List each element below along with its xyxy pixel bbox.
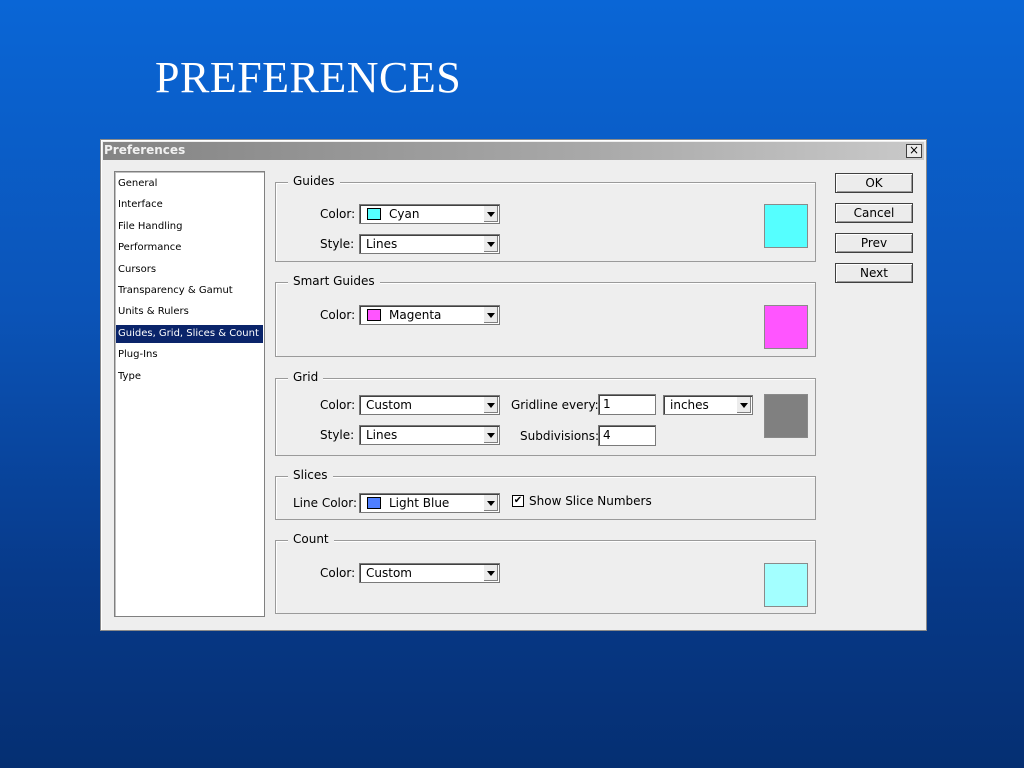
- guides-color-label: Color:: [320, 207, 356, 221]
- grid-style-value: Lines: [366, 428, 398, 442]
- gridline-every-input[interactable]: 1: [598, 394, 656, 415]
- slices-legend: Slices: [288, 468, 333, 482]
- guides-color-chip: [367, 208, 381, 220]
- grid-style-select[interactable]: Lines: [359, 425, 500, 445]
- list-item-units-rulers[interactable]: Units & Rulers: [116, 303, 263, 321]
- guides-color-swatch[interactable]: [764, 204, 808, 248]
- list-item-plug-ins[interactable]: Plug-Ins: [116, 346, 263, 364]
- list-item-performance[interactable]: Performance: [116, 239, 263, 257]
- category-list[interactable]: General Interface File Handling Performa…: [114, 171, 265, 617]
- list-item-transparency-gamut[interactable]: Transparency & Gamut: [116, 282, 263, 300]
- grid-color-value: Custom: [366, 398, 412, 412]
- slices-line-color-chip: [367, 497, 381, 509]
- ok-button[interactable]: OK: [835, 173, 913, 193]
- grid-color-select[interactable]: Custom: [359, 395, 500, 415]
- list-item-guides-grid-slices-count[interactable]: Guides, Grid, Slices & Count: [116, 325, 263, 343]
- chevron-down-icon[interactable]: [483, 495, 498, 511]
- smart-guides-color-label: Color:: [320, 308, 356, 322]
- gridline-unit-select[interactable]: inches: [663, 395, 753, 415]
- smart-guides-legend: Smart Guides: [288, 274, 380, 288]
- count-color-select[interactable]: Custom: [359, 563, 500, 583]
- list-item-type[interactable]: Type: [116, 368, 263, 386]
- show-slice-numbers-checkbox[interactable]: ✔: [512, 495, 524, 507]
- smart-guides-group: Smart Guides Color: Magenta: [275, 274, 816, 357]
- chevron-down-icon[interactable]: [483, 427, 498, 443]
- close-icon[interactable]: ×: [906, 144, 922, 158]
- grid-color-label: Color:: [320, 398, 356, 412]
- dialog-titlebar[interactable]: Preferences ×: [103, 142, 924, 160]
- chevron-down-icon[interactable]: [483, 565, 498, 581]
- count-color-value: Custom: [366, 566, 412, 580]
- chevron-down-icon[interactable]: [483, 236, 498, 252]
- subdivisions-input[interactable]: 4: [598, 425, 656, 446]
- guides-style-label: Style:: [320, 237, 355, 251]
- chevron-down-icon[interactable]: [483, 397, 498, 413]
- list-item-cursors[interactable]: Cursors: [116, 261, 263, 279]
- smart-guides-color-select[interactable]: Magenta: [359, 305, 500, 325]
- guides-style-value: Lines: [366, 237, 398, 251]
- list-item-file-handling[interactable]: File Handling: [116, 218, 263, 236]
- guides-style-select[interactable]: Lines: [359, 234, 500, 254]
- preferences-dialog: Preferences × General Interface File Han…: [100, 139, 927, 631]
- count-group: Count Color: Custom: [275, 532, 816, 614]
- gridline-every-label: Gridline every:: [511, 398, 599, 412]
- list-item-general[interactable]: General: [116, 175, 263, 193]
- chevron-down-icon[interactable]: [483, 307, 498, 323]
- slide-title: PREFERENCES: [155, 53, 462, 102]
- guides-legend: Guides: [288, 174, 340, 188]
- grid-style-label: Style:: [320, 428, 355, 442]
- guides-color-value: Cyan: [389, 207, 420, 221]
- grid-legend: Grid: [288, 370, 324, 384]
- cancel-button[interactable]: Cancel: [835, 203, 913, 223]
- next-button[interactable]: Next: [835, 263, 913, 283]
- smart-guides-color-swatch[interactable]: [764, 305, 808, 349]
- smart-guides-color-chip: [367, 309, 381, 321]
- chevron-down-icon[interactable]: [736, 397, 751, 413]
- show-slice-numbers-label[interactable]: Show Slice Numbers: [529, 494, 652, 508]
- gridline-unit-value: inches: [670, 398, 709, 412]
- slices-line-color-value: Light Blue: [389, 496, 450, 510]
- guides-group: Guides Color: Cyan Style: Lines: [275, 174, 816, 262]
- slices-line-color-select[interactable]: Light Blue: [359, 493, 500, 513]
- slices-line-color-label: Line Color:: [293, 496, 357, 510]
- smart-guides-color-value: Magenta: [389, 308, 442, 322]
- grid-group: Grid Color: Custom Style: Lines Gridline…: [275, 370, 816, 456]
- count-color-label: Color:: [320, 566, 356, 580]
- count-legend: Count: [288, 532, 334, 546]
- slices-group: Slices Line Color: Light Blue ✔ Show Sli…: [275, 468, 816, 520]
- dialog-title: Preferences: [104, 143, 186, 157]
- prev-button[interactable]: Prev: [835, 233, 913, 253]
- grid-color-swatch[interactable]: [764, 394, 808, 438]
- subdivisions-label: Subdivisions:: [520, 429, 600, 443]
- list-item-interface[interactable]: Interface: [116, 196, 263, 214]
- guides-color-select[interactable]: Cyan: [359, 204, 500, 224]
- chevron-down-icon[interactable]: [483, 206, 498, 222]
- count-color-swatch[interactable]: [764, 563, 808, 607]
